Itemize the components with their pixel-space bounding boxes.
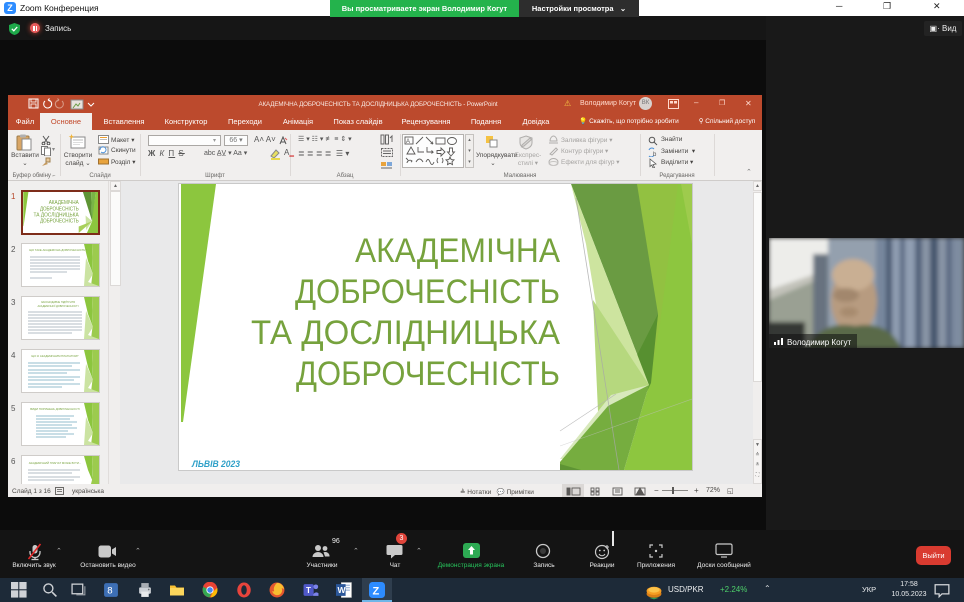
svg-text:ЩО Є АКАДЕМІЧНИМ ПЛАГІАТОМ?: ЩО Є АКАДЕМІЧНИМ ПЛАГІАТОМ?	[32, 354, 79, 358]
svg-text:A: A	[406, 139, 410, 145]
svg-text:ТА ДОСЛІДНИЦЬКА: ТА ДОСЛІДНИЦЬКА	[34, 213, 80, 219]
svg-text:W: W	[337, 585, 346, 595]
svg-text:ТА ДОСЛІДНИЦЬКА: ТА ДОСЛІДНИЦЬКА	[251, 314, 560, 352]
svg-text:8: 8	[107, 586, 112, 597]
svg-text:ДОБРОЧЕСНІСТЬ: ДОБРОЧЕСНІСТЬ	[296, 355, 560, 393]
svg-text:ЩО ТАКЕ АКАДЕМІЧНА ДОБРОЧЕСНІС: ЩО ТАКЕ АКАДЕМІЧНА ДОБРОЧЕСНІСТЬ?	[29, 248, 87, 252]
svg-text:АКАДЕМІЧНИЙ ПЛАГІАТ МОЖЕ БУТИ.: АКАДЕМІЧНИЙ ПЛАГІАТ МОЖЕ БУТИ...	[29, 461, 82, 465]
svg-text:ВИДИ ПОРУШЕНЬ ДОБРОЧЕСНОСТІ: ВИДИ ПОРУШЕНЬ ДОБРОЧЕСНОСТІ	[30, 407, 80, 411]
svg-text:Володимир Когут: Володимир Когут	[787, 338, 851, 347]
svg-text:АКАДЕМІЧНА: АКАДЕМІЧНА	[49, 200, 79, 206]
svg-text:T: T	[306, 586, 311, 595]
svg-text:АКАДЕМІЧНА: АКАДЕМІЧНА	[355, 232, 560, 270]
svg-text:ДОБРОЧЕСНІСТЬ: ДОБРОЧЕСНІСТЬ	[40, 219, 79, 225]
svg-text:ЛЬВІВ 2023: ЛЬВІВ 2023	[191, 459, 241, 470]
svg-text:АКАДЕМІЧНОЇ ДОБРОЧЕСНОСТІ: АКАДЕМІЧНОЇ ДОБРОЧЕСНОСТІ	[38, 304, 79, 308]
svg-text:b: b	[653, 152, 657, 157]
svg-text:Z: Z	[373, 586, 380, 598]
svg-text:ДОБРОЧЕСНІСТЬ: ДОБРОЧЕСНІСТЬ	[295, 273, 560, 311]
svg-text:ДОБРОЧЕСНІСТЬ: ДОБРОЧЕСНІСТЬ	[40, 206, 79, 212]
